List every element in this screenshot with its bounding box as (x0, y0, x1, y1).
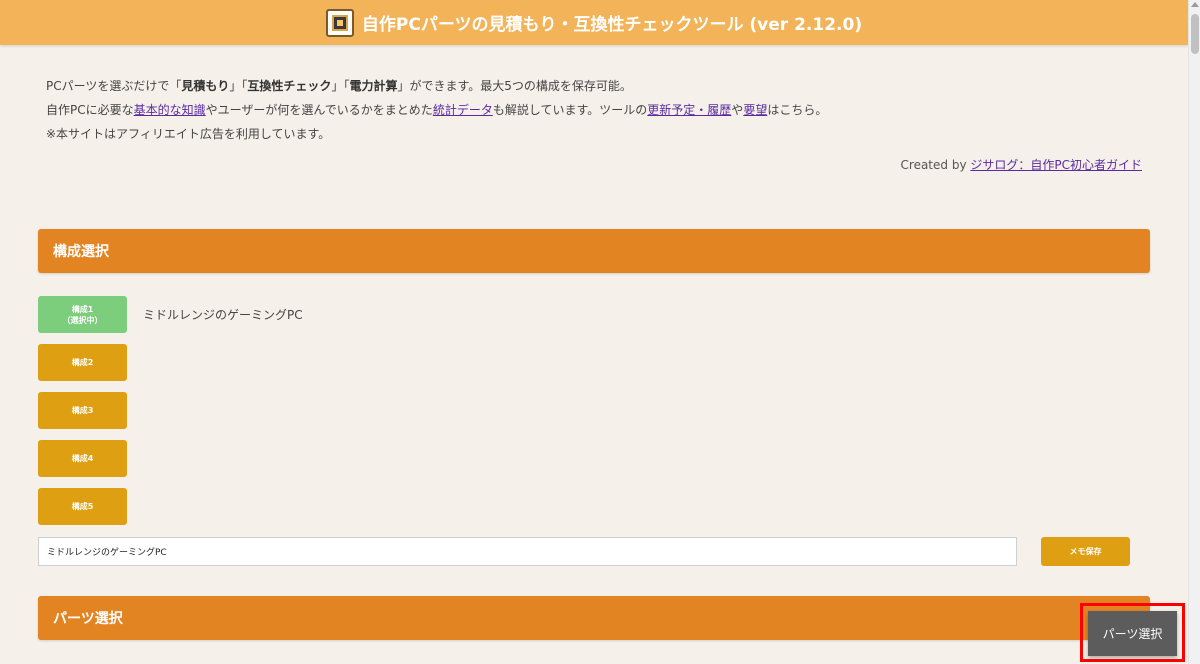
intro-line-3: ※本サイトはアフィリエイト広告を利用しています。 (46, 127, 331, 141)
scroll-up-arrow-icon[interactable] (1191, 2, 1199, 7)
memo-save-button[interactable]: メモ保存 (1041, 537, 1130, 566)
link-basic-knowledge[interactable]: 基本的な知識 (134, 103, 206, 117)
scrollbar-thumb[interactable] (1191, 14, 1199, 54)
parts-section-header: パーツ選択 (38, 596, 1150, 640)
config-button-2[interactable]: 構成2 (38, 344, 127, 381)
link-requests[interactable]: 要望 (743, 103, 767, 117)
highlight-box (1080, 603, 1185, 662)
active-config-memo: ミドルレンジのゲーミングPC (143, 308, 303, 322)
page-title: 自作PCパーツの見積もり・互換性チェックツール (ver 2.12.0) (361, 15, 863, 35)
config-button-4[interactable]: 構成4 (38, 440, 127, 477)
intro-bold-compat: 互換性チェック (247, 79, 332, 93)
vertical-scrollbar[interactable] (1188, 0, 1200, 664)
cpu-chip-icon (325, 8, 354, 37)
link-statistics[interactable]: 統計データ (433, 103, 493, 117)
config-button-5[interactable]: 構成5 (38, 488, 127, 525)
intro-bold-estimate: 見積もり (181, 79, 230, 93)
credit-line: Created by ジサログ：自作PC初心者ガイド (900, 158, 1142, 172)
intro-bold-power: 電力計算 (349, 79, 398, 93)
config-button-1[interactable]: 構成1 （選択中） (38, 296, 127, 333)
config-button-3[interactable]: 構成3 (38, 392, 127, 429)
header-bar: 自作PCパーツの見積もり・互換性チェックツール (ver 2.12.0) (0, 0, 1188, 45)
link-update-history[interactable]: 更新予定・履歴 (647, 103, 731, 117)
config-section-header: 構成選択 (38, 229, 1150, 273)
memo-input[interactable] (38, 537, 1017, 566)
intro-text: PCパーツを選ぶだけで「見積もり」「互換性チェック」「電力計算」ができます。最大… (46, 74, 827, 146)
intro-line-2: 自作PCに必要な基本的な知識やユーザーが何を選んでいるかをまとめた統計データも解… (46, 103, 828, 117)
credit-link[interactable]: ジサログ：自作PC初心者ガイド (970, 158, 1142, 172)
intro-line-1: PCパーツを選ぶだけで「見積もり」「互換性チェック」「電力計算」ができます。最大… (46, 79, 632, 93)
